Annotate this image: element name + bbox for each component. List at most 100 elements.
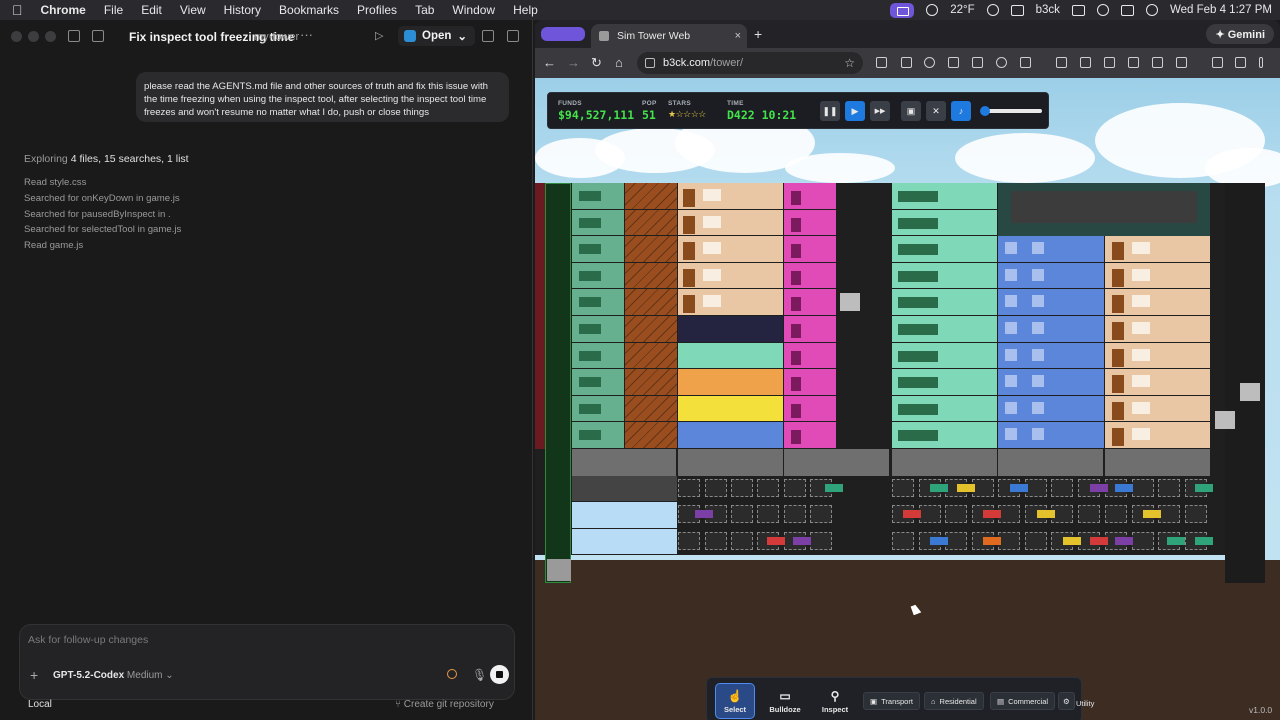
rate-limit-icon[interactable] bbox=[447, 669, 457, 679]
left-wall[interactable] bbox=[535, 183, 545, 449]
car[interactable] bbox=[983, 536, 1001, 545]
car[interactable] bbox=[1143, 510, 1161, 519]
parking-spot[interactable] bbox=[1132, 531, 1154, 550]
office-desk[interactable] bbox=[579, 297, 601, 308]
select-tool-button[interactable]: ☝ Select bbox=[715, 683, 755, 719]
stairs-unit[interactable] bbox=[625, 183, 677, 209]
stop-button[interactable] bbox=[490, 665, 509, 684]
car[interactable] bbox=[930, 536, 948, 545]
parking-spot[interactable] bbox=[1132, 478, 1154, 497]
minimize-window-icon[interactable] bbox=[28, 31, 39, 42]
office-desk[interactable] bbox=[898, 430, 938, 442]
code-icon[interactable] bbox=[1104, 57, 1115, 68]
car[interactable] bbox=[1063, 536, 1081, 545]
parking-spot[interactable] bbox=[810, 531, 832, 550]
microphone-icon[interactable]: 🎙 bbox=[472, 668, 487, 682]
car[interactable] bbox=[1167, 536, 1185, 545]
office-desk[interactable] bbox=[579, 324, 601, 334]
parking-spot[interactable] bbox=[1185, 505, 1207, 524]
menu-history[interactable]: History bbox=[215, 3, 270, 17]
room-bed[interactable] bbox=[1132, 295, 1150, 308]
room-bed[interactable] bbox=[703, 242, 721, 255]
car[interactable] bbox=[957, 483, 975, 492]
lobby-unit[interactable] bbox=[998, 449, 1103, 476]
room-bed[interactable] bbox=[703, 215, 721, 228]
room-bed[interactable] bbox=[1132, 268, 1150, 281]
more-options-icon[interactable]: ··· bbox=[300, 27, 313, 42]
office-desk[interactable] bbox=[898, 244, 938, 256]
car[interactable] bbox=[695, 510, 713, 519]
url-text[interactable]: b3ck.com/tower/ bbox=[663, 57, 743, 69]
parking-office[interactable] bbox=[572, 475, 677, 502]
car[interactable] bbox=[825, 483, 843, 492]
parking-spot[interactable] bbox=[678, 478, 700, 497]
condo-window[interactable] bbox=[1005, 348, 1017, 361]
room-door[interactable] bbox=[1112, 401, 1124, 420]
condo-window[interactable] bbox=[1032, 268, 1044, 281]
chrome-menu-icon[interactable] bbox=[1259, 57, 1263, 68]
condo-window[interactable] bbox=[1005, 428, 1017, 441]
car[interactable] bbox=[903, 510, 921, 519]
condo-window[interactable] bbox=[1032, 348, 1044, 361]
extension-icon[interactable] bbox=[876, 57, 887, 68]
room-bed[interactable] bbox=[1132, 401, 1150, 414]
shop-door[interactable] bbox=[791, 324, 801, 338]
car[interactable] bbox=[1090, 483, 1108, 492]
shop-door[interactable] bbox=[791, 191, 801, 205]
parking-spot[interactable] bbox=[1158, 505, 1180, 524]
reload-button[interactable]: ↻ bbox=[591, 55, 602, 71]
stairs-unit[interactable] bbox=[625, 209, 677, 236]
room-bed[interactable] bbox=[1132, 322, 1150, 334]
room-unit[interactable] bbox=[678, 316, 783, 342]
add-attachment-icon[interactable]: + bbox=[30, 667, 38, 683]
parking-spot[interactable] bbox=[1078, 505, 1100, 524]
camera-icon[interactable] bbox=[948, 57, 959, 68]
bulldoze-tool-button[interactable]: ▭ Bulldoze bbox=[765, 683, 805, 719]
model-selector[interactable]: GPT-5.2-Codex Medium ⌄ bbox=[53, 670, 174, 681]
extension-icon[interactable] bbox=[901, 57, 912, 68]
elevator-car[interactable] bbox=[840, 293, 860, 311]
car[interactable] bbox=[1115, 536, 1133, 545]
room-door[interactable] bbox=[683, 189, 695, 207]
office-desk[interactable] bbox=[579, 270, 601, 281]
stairs-unit[interactable] bbox=[625, 262, 677, 289]
menu-app-chrome[interactable]: Chrome bbox=[32, 3, 95, 17]
parking-spot[interactable] bbox=[757, 505, 779, 524]
weather-icon[interactable] bbox=[926, 4, 939, 16]
office-desk[interactable] bbox=[579, 377, 601, 388]
condo-window[interactable] bbox=[1032, 375, 1044, 388]
office-desk[interactable] bbox=[898, 403, 938, 415]
stairs-unit[interactable] bbox=[625, 395, 677, 422]
address-bar[interactable]: b3ck.com/tower/ ☆ bbox=[637, 52, 863, 74]
commercial-category-button[interactable]: ▤ Commercial bbox=[990, 692, 1056, 710]
parking-spot[interactable] bbox=[705, 478, 727, 497]
screenshot-icon[interactable] bbox=[1056, 57, 1067, 68]
close-window-icon[interactable] bbox=[11, 31, 22, 42]
bluetooth-icon[interactable] bbox=[1010, 4, 1024, 16]
car[interactable] bbox=[1090, 536, 1108, 545]
condo-window[interactable] bbox=[1005, 242, 1017, 255]
car[interactable] bbox=[1195, 536, 1213, 545]
shop-door[interactable] bbox=[791, 297, 801, 312]
mute-button[interactable]: ✕ bbox=[926, 101, 946, 121]
run-icon[interactable]: ▷ bbox=[375, 29, 383, 42]
stairs-unit[interactable] bbox=[625, 316, 677, 342]
room-door[interactable] bbox=[1112, 268, 1124, 287]
parking-spot[interactable] bbox=[892, 478, 914, 497]
parking-spot[interactable] bbox=[731, 505, 753, 524]
lobby-unit[interactable] bbox=[572, 449, 676, 476]
parking-spot[interactable] bbox=[784, 478, 806, 497]
condo-window[interactable] bbox=[1032, 322, 1044, 334]
inspect-tool-button[interactable]: ⚲ Inspect bbox=[815, 683, 855, 719]
open-in-editor-button[interactable]: Open ⌄ bbox=[398, 26, 476, 46]
menu-view[interactable]: View bbox=[171, 3, 215, 17]
office-desk[interactable] bbox=[898, 191, 938, 202]
stairs-unit[interactable] bbox=[625, 236, 677, 262]
menu-help[interactable]: Help bbox=[504, 3, 547, 17]
car[interactable] bbox=[1195, 483, 1213, 492]
parking-spot[interactable] bbox=[810, 505, 832, 524]
room-bed[interactable] bbox=[703, 295, 721, 308]
gemini-button[interactable]: ✦ Gemini bbox=[1206, 24, 1274, 44]
extension-icon[interactable] bbox=[996, 57, 1007, 68]
office-desk[interactable] bbox=[579, 191, 601, 201]
